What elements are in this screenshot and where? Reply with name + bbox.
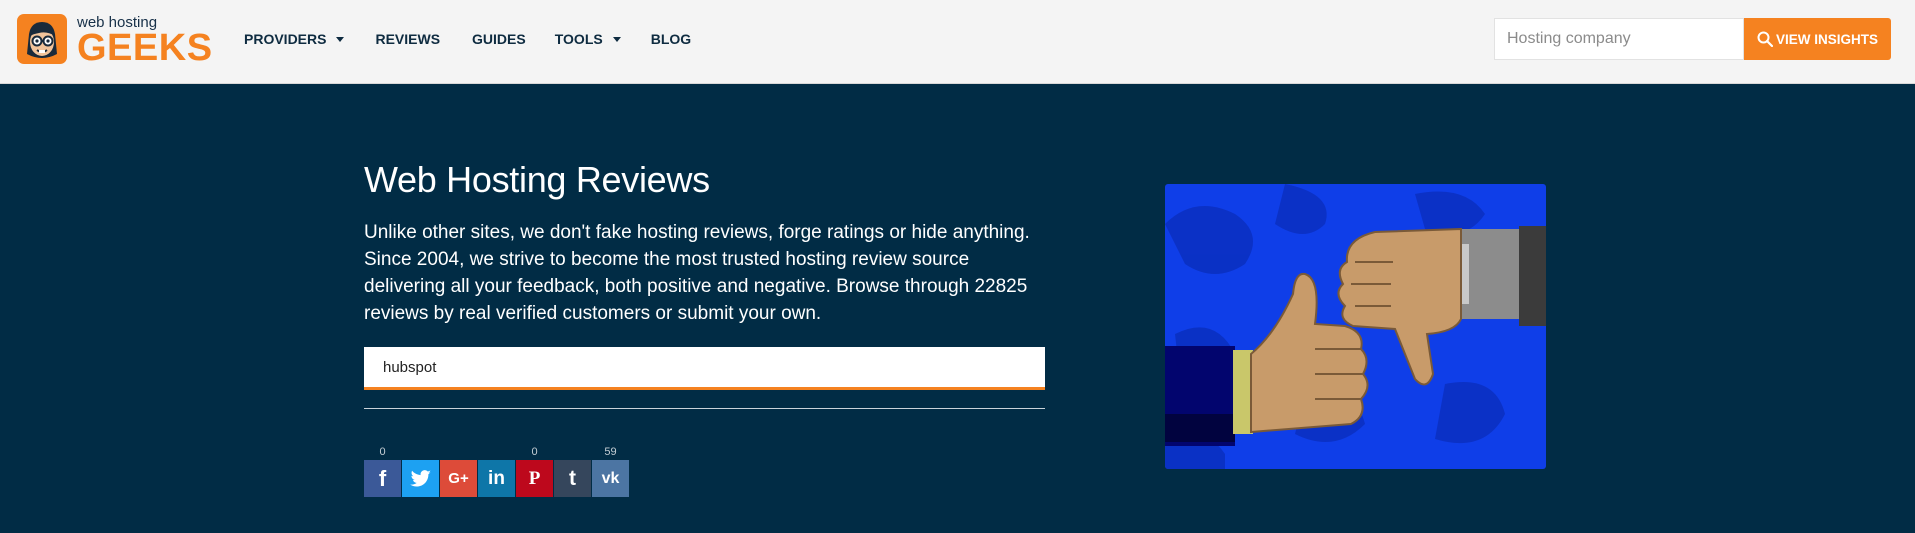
share-bar: 0 f G+ in 0 P t 59 vk xyxy=(364,444,630,497)
share-count: 0 xyxy=(379,446,386,458)
google-plus-icon: G+ xyxy=(448,470,469,487)
nav-tools[interactable]: TOOLS xyxy=(555,30,621,48)
site-header: web hosting GEEKS PROVIDERS REVIEWS GUID… xyxy=(0,0,1915,84)
view-insights-label: VIEW INSIGHTS xyxy=(1775,31,1878,47)
linkedin-share-button[interactable]: in xyxy=(478,460,515,497)
share-twitter xyxy=(402,444,439,497)
hero-description: Unlike other sites, we don't fake hostin… xyxy=(364,222,1030,324)
nav-blog[interactable]: BLOG xyxy=(651,30,691,48)
logo-wordmark: GEEKS xyxy=(77,27,213,69)
review-search-input[interactable] xyxy=(364,347,1045,390)
pinterest-icon: P xyxy=(528,467,541,489)
nav-guides-label: GUIDES xyxy=(472,31,526,47)
share-count: 59 xyxy=(604,446,617,458)
caret-down-icon xyxy=(612,36,621,42)
share-linkedin: in xyxy=(478,444,515,497)
nav-blog-label: BLOG xyxy=(650,31,692,47)
twitter-icon xyxy=(409,469,431,487)
nav-providers[interactable]: PROVIDERS xyxy=(244,30,345,48)
nav-reviews[interactable]: REVIEWS xyxy=(375,30,440,48)
caret-down-icon xyxy=(336,36,345,42)
thumbs-up-down-illustration xyxy=(1165,184,1546,469)
header-search: VIEW INSIGHTS xyxy=(1494,18,1891,60)
share-count xyxy=(478,444,515,460)
main-nav: PROVIDERS REVIEWS GUIDES TOOLS BLOG xyxy=(244,30,691,48)
search-icon xyxy=(1757,31,1773,47)
share-count xyxy=(402,444,439,460)
vk-share-button[interactable]: vk xyxy=(592,460,629,497)
share-pinterest: 0 P xyxy=(516,444,553,497)
share-tumblr: t xyxy=(554,444,591,497)
share-count xyxy=(554,444,591,460)
share-count xyxy=(440,444,477,460)
share-google-plus: G+ xyxy=(440,444,477,497)
share-facebook: 0 f xyxy=(364,444,401,497)
nav-reviews-label: REVIEWS xyxy=(375,31,441,47)
hero-section: Web Hosting Reviews Unlike other sites, … xyxy=(0,84,1915,533)
facebook-share-button[interactable]: f xyxy=(364,460,401,497)
nav-guides[interactable]: GUIDES xyxy=(472,30,526,48)
share-vk: 59 vk xyxy=(592,444,629,497)
tumblr-icon: t xyxy=(569,466,576,490)
vk-icon: vk xyxy=(601,469,620,487)
facebook-icon: f xyxy=(378,465,387,491)
pinterest-share-button[interactable]: P xyxy=(516,460,553,497)
google-plus-share-button[interactable]: G+ xyxy=(440,460,477,497)
linkedin-icon: in xyxy=(488,467,505,489)
geek-mascot-icon xyxy=(17,14,67,64)
divider xyxy=(364,408,1045,409)
view-insights-button[interactable]: VIEW INSIGHTS xyxy=(1744,18,1891,60)
page-title: Web Hosting Reviews xyxy=(364,159,710,200)
tumblr-share-button[interactable]: t xyxy=(554,460,591,497)
nav-tools-label: TOOLS xyxy=(554,31,603,47)
hosting-company-input[interactable] xyxy=(1494,18,1744,60)
twitter-share-button[interactable] xyxy=(402,460,439,497)
nav-providers-label: PROVIDERS xyxy=(244,31,327,47)
share-count: 0 xyxy=(531,446,538,458)
site-logo[interactable]: web hosting GEEKS xyxy=(17,14,213,69)
